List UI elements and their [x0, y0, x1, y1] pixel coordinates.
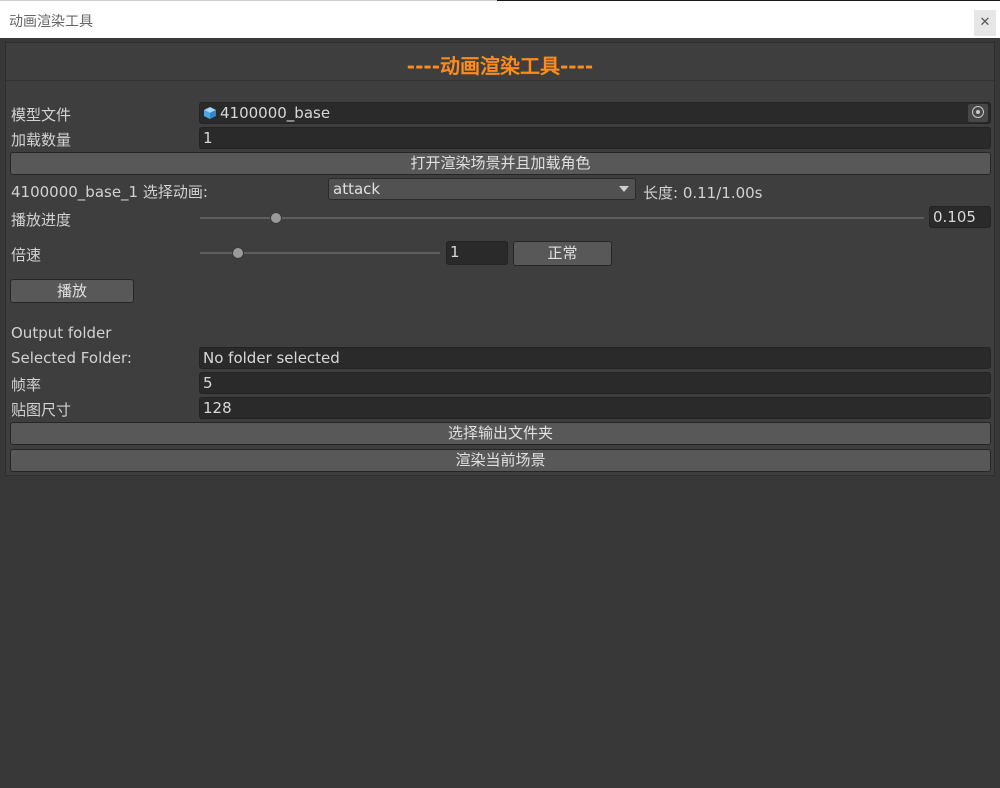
model-file-field[interactable]: 4100000_base: [199, 102, 991, 124]
window-titlebar: 动画渲染工具 ✕: [0, 0, 1000, 38]
animation-selected-value: attack: [333, 180, 381, 198]
choose-output-folder-button[interactable]: 选择输出文件夹: [10, 422, 991, 445]
model-file-label: 模型文件: [11, 106, 72, 124]
prefab-cube-icon: [204, 107, 216, 119]
play-button[interactable]: 播放: [10, 279, 134, 303]
tool-panel: ----动画渲染工具---- 模型文件 4100000_base 加载数量 1 …: [5, 42, 995, 476]
progress-slider-track[interactable]: [200, 217, 924, 219]
animation-instance-label: 4100000_base_1 选择动画:: [11, 183, 208, 201]
animation-length-label: 长度: 0.11/1.00s: [643, 184, 763, 202]
load-count-input[interactable]: 1: [199, 127, 991, 149]
progress-value-input[interactable]: 0.105: [929, 206, 991, 228]
progress-label: 播放进度: [11, 211, 72, 229]
frame-rate-label: 帧率: [11, 376, 42, 394]
object-picker-icon[interactable]: [968, 104, 988, 122]
speed-label: 倍速: [11, 246, 42, 264]
model-file-value: 4100000_base: [220, 104, 331, 122]
open-scene-load-button[interactable]: 打开渲染场景并且加载角色: [10, 152, 991, 175]
texture-size-input[interactable]: 128: [199, 397, 991, 419]
load-count-label: 加载数量: [11, 131, 72, 149]
speed-normal-button[interactable]: 正常: [513, 241, 612, 266]
chevron-down-icon: [619, 186, 629, 192]
speed-value-input[interactable]: 1: [446, 241, 508, 265]
animation-select[interactable]: attack: [328, 178, 636, 200]
texture-size-label: 贴图尺寸: [11, 401, 72, 419]
frame-rate-input[interactable]: 5: [199, 372, 991, 394]
render-scene-button[interactable]: 渲染当前场景: [10, 449, 991, 472]
progress-slider-thumb[interactable]: [270, 212, 283, 224]
header: ----动画渲染工具----: [6, 43, 994, 81]
titlebar-accent-line: [497, 0, 1000, 1]
selected-folder-field[interactable]: No folder selected: [199, 347, 991, 369]
speed-slider-thumb[interactable]: [232, 247, 245, 259]
selected-folder-label: Selected Folder:: [11, 349, 132, 367]
close-icon[interactable]: ✕: [974, 10, 996, 36]
page-title: ----动画渲染工具----: [406, 54, 594, 78]
window-title: 动画渲染工具: [9, 14, 93, 30]
output-folder-heading: Output folder: [11, 324, 112, 342]
